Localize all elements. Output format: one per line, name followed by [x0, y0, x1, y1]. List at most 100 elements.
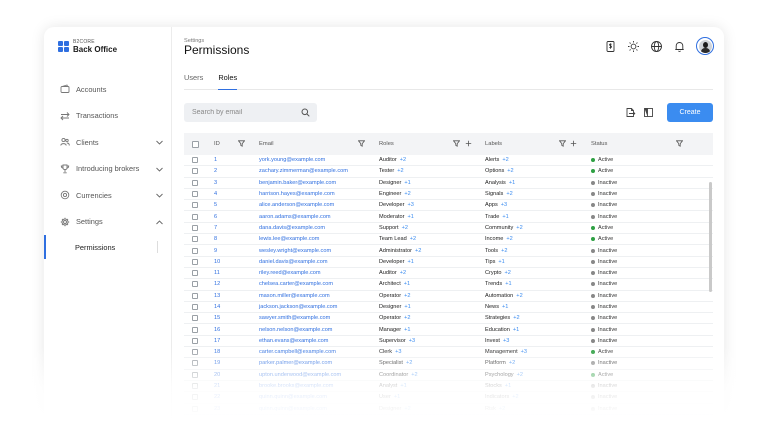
row-email[interactable]: riley.reed@example.com — [259, 270, 379, 276]
row-checkbox[interactable] — [192, 236, 198, 243]
row-id[interactable]: 10 — [214, 259, 259, 265]
tab-roles[interactable]: Roles — [218, 70, 238, 90]
row-checkbox[interactable] — [192, 281, 198, 288]
row-email[interactable]: parker.palmer@example.com — [259, 360, 379, 366]
chevron-down-icon[interactable] — [155, 138, 164, 147]
search-box[interactable] — [184, 103, 317, 122]
sidebar-item-accounts[interactable]: Accounts — [44, 76, 172, 103]
row-id[interactable]: 6 — [214, 214, 259, 220]
row-email[interactable]: lewis.lee@example.com — [259, 236, 379, 242]
label-more-count[interactable]: +2 — [516, 225, 522, 231]
search-icon[interactable] — [301, 108, 310, 117]
sun-icon[interactable] — [627, 40, 640, 53]
row-checkbox[interactable] — [192, 247, 198, 254]
role-more-count[interactable]: +2 — [400, 157, 406, 163]
row-checkbox[interactable] — [192, 224, 198, 231]
label-more-count[interactable]: +1 — [505, 383, 511, 389]
sidebar-item-permissions[interactable]: Permissions — [44, 235, 172, 259]
row-id[interactable]: 15 — [214, 315, 259, 321]
row-checkbox[interactable] — [192, 168, 198, 175]
table-row[interactable]: 23 quinn.quinn@example.com Designer +2 Risk +… — [184, 404, 713, 415]
filter-icon[interactable] — [452, 140, 461, 147]
role-more-count[interactable]: +2 — [410, 236, 416, 242]
chevron-down-icon[interactable] — [155, 191, 164, 200]
role-more-count[interactable]: +1 — [394, 394, 400, 400]
label-more-count[interactable]: +2 — [509, 360, 515, 366]
role-more-count[interactable]: +1 — [404, 281, 410, 287]
role-more-count[interactable]: +2 — [404, 315, 410, 321]
sidebar-item-transactions[interactable]: Transactions — [44, 103, 172, 130]
label-more-count[interactable]: +1 — [498, 259, 504, 265]
role-more-count[interactable]: +2 — [406, 360, 412, 366]
row-id[interactable]: 20 — [214, 372, 259, 378]
row-email[interactable]: mason.miller@example.com — [259, 293, 379, 299]
row-checkbox[interactable] — [192, 383, 198, 390]
label-more-count[interactable]: +2 — [516, 293, 522, 299]
columns-icon[interactable] — [643, 107, 654, 118]
sidebar-item-introducing-brokers[interactable]: Introducing brokers — [44, 156, 172, 183]
sidebar-item-currencies[interactable]: Currencies — [44, 182, 172, 209]
row-email[interactable]: york.young@example.com — [259, 157, 379, 163]
table-row[interactable]: 3 benjamin.baker@example.com Designer +1 Ana… — [184, 178, 713, 189]
tab-users[interactable]: Users — [184, 70, 203, 90]
role-more-count[interactable]: +1 — [404, 304, 410, 310]
label-more-count[interactable]: +2 — [501, 248, 507, 254]
row-id[interactable]: 12 — [214, 281, 259, 287]
select-all-checkbox[interactable] — [192, 140, 199, 148]
table-row[interactable]: 2 zachary.zimmerman@example.com Tester +2 Op… — [184, 166, 713, 178]
label-more-count[interactable]: +1 — [502, 304, 508, 310]
table-row[interactable]: 7 dana.davis@example.com Support +2 Communit… — [184, 223, 713, 235]
role-more-count[interactable]: +1 — [408, 214, 414, 220]
row-id[interactable]: 1 — [214, 157, 259, 163]
sidebar-item-clients[interactable]: Clients — [44, 129, 172, 156]
label-more-count[interactable]: +3 — [501, 202, 507, 208]
row-email[interactable]: chelsea.carter@example.com — [259, 281, 379, 287]
label-more-count[interactable]: +2 — [513, 315, 519, 321]
role-more-count[interactable]: +3 — [409, 338, 415, 344]
label-more-count[interactable]: +1 — [513, 327, 519, 333]
table-row[interactable]: 15 sawyer.smith@example.com Operator +2 Stra… — [184, 313, 713, 325]
role-more-count[interactable]: +2 — [397, 168, 403, 174]
role-more-count[interactable]: +2 — [415, 248, 421, 254]
row-id[interactable]: 7 — [214, 225, 259, 231]
label-more-count[interactable]: +3 — [503, 338, 509, 344]
brand[interactable]: B2CORE Back Office — [58, 39, 117, 54]
globe-icon[interactable] — [650, 40, 663, 53]
row-email[interactable]: harrison.hayes@example.com — [259, 191, 379, 197]
row-id[interactable]: 14 — [214, 304, 259, 310]
label-more-count[interactable]: +2 — [517, 372, 523, 378]
row-id[interactable]: 11 — [214, 270, 259, 276]
role-more-count[interactable]: +1 — [408, 259, 414, 265]
role-more-count[interactable]: +2 — [404, 293, 410, 299]
row-id[interactable]: 19 — [214, 360, 259, 366]
table-row[interactable]: 4 harrison.hayes@example.com Engineer +2 Sig… — [184, 189, 713, 201]
table-row[interactable]: 5 alice.anderson@example.com Developer +3 Ap… — [184, 200, 713, 212]
row-checkbox[interactable] — [192, 258, 198, 265]
row-checkbox[interactable] — [192, 394, 198, 401]
table-row[interactable]: 21 brooke.brooks@example.com Analyst +1 Stoc… — [184, 381, 713, 393]
table-row[interactable]: 10 daniel.davis@example.com Developer +1 Tip… — [184, 257, 713, 268]
row-checkbox[interactable] — [192, 213, 198, 220]
row-checkbox[interactable] — [192, 360, 198, 367]
role-more-count[interactable]: +3 — [408, 202, 414, 208]
row-email[interactable]: quinn.quinn@example.com — [259, 406, 379, 412]
row-email[interactable]: brooke.brooks@example.com — [259, 383, 379, 389]
label-more-count[interactable]: +2 — [504, 270, 510, 276]
table-row[interactable]: 8 lewis.lee@example.com Team Lead +2 Income +… — [184, 234, 713, 246]
row-email[interactable]: aaron.adams@example.com — [259, 214, 379, 220]
role-more-count[interactable]: +1 — [404, 327, 410, 333]
row-email[interactable]: ethan.evans@example.com — [259, 338, 379, 344]
table-row[interactable]: 14 jackson.jackson@example.com Designer +1 N… — [184, 302, 713, 314]
table-scrollbar[interactable] — [709, 182, 712, 292]
table-row[interactable]: 12 chelsea.carter@example.com Architect +1 T… — [184, 279, 713, 291]
table-row[interactable]: 22 quinn.quinn@example.com User +1 Indicator… — [184, 392, 713, 404]
bell-icon[interactable] — [673, 40, 686, 53]
table-row[interactable]: 17 ethan.evans@example.com Supervisor +3 Inv… — [184, 336, 713, 348]
row-email[interactable]: dana.davis@example.com — [259, 225, 379, 231]
row-checkbox[interactable] — [192, 326, 198, 333]
row-id[interactable]: 5 — [214, 202, 259, 208]
create-button[interactable]: Create — [667, 103, 713, 122]
filter-icon[interactable] — [675, 140, 684, 147]
label-more-count[interactable]: +2 — [502, 157, 508, 163]
row-email[interactable]: sawyer.smith@example.com — [259, 315, 379, 321]
